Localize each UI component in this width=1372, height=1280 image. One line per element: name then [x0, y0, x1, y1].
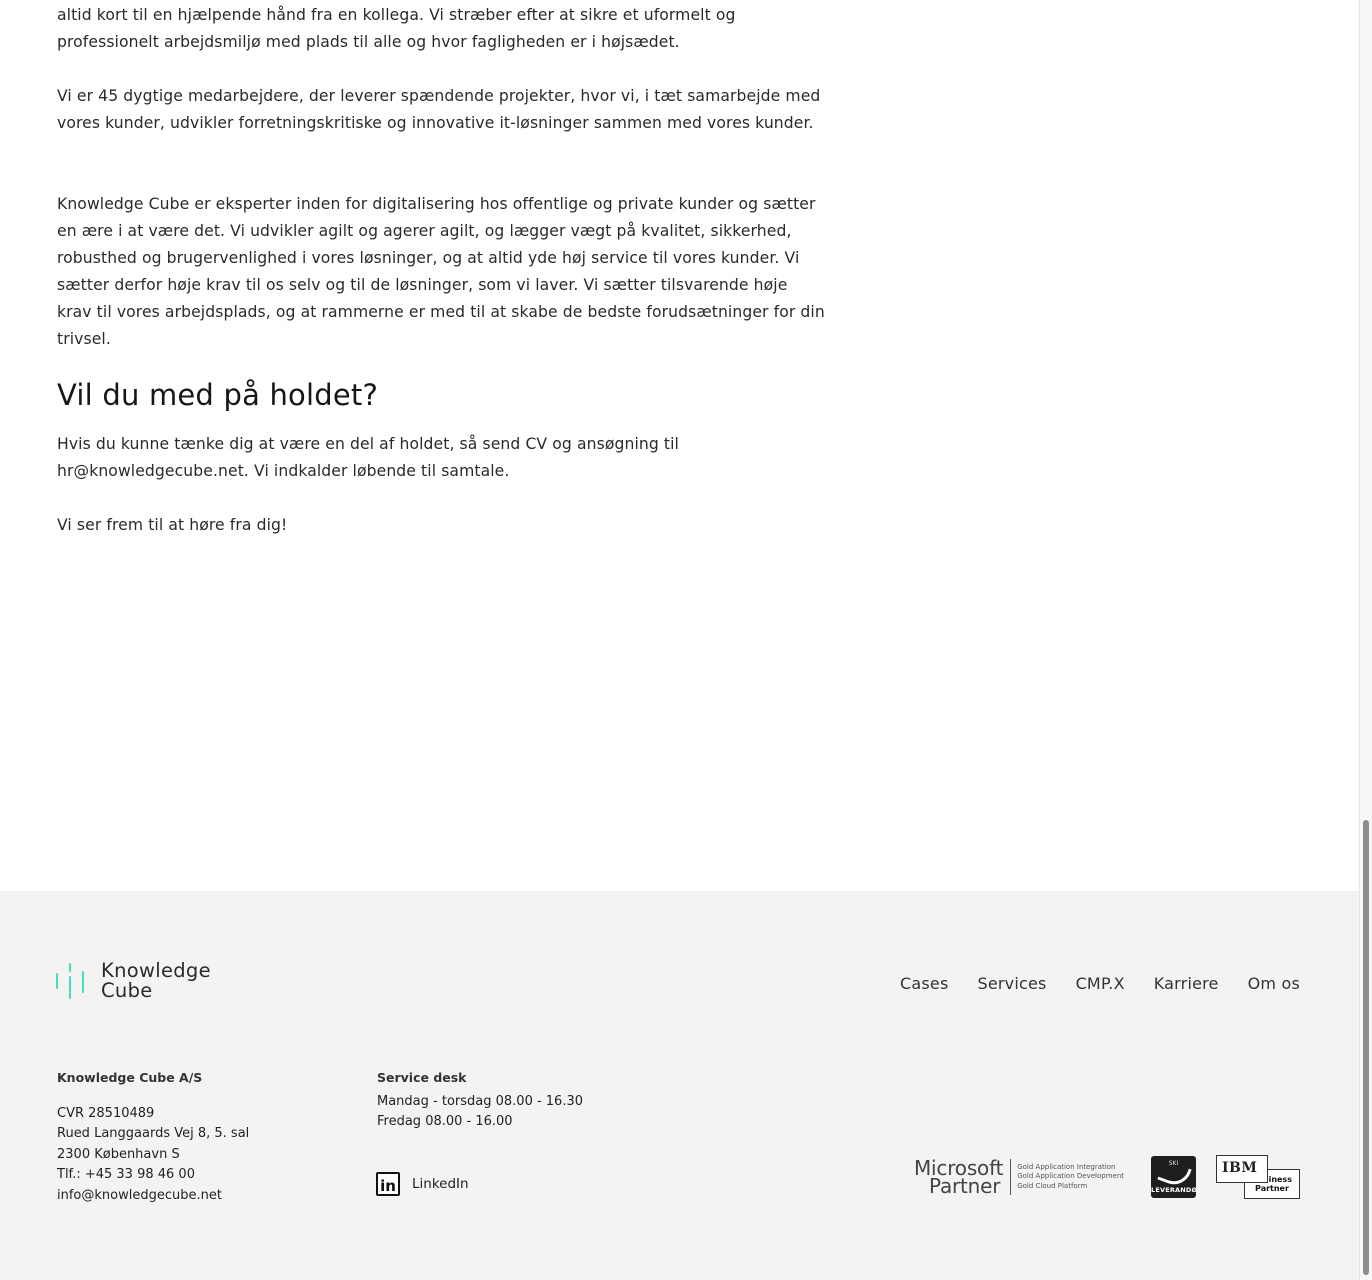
service-desk-title: Service desk	[377, 1070, 467, 1085]
company-email[interactable]: info@knowledgecube.net	[57, 1186, 249, 1207]
linkedin-label: LinkedIn	[412, 1176, 469, 1192]
company-cvr: CVR 28510489	[57, 1105, 155, 1121]
microsoft-divider	[1010, 1159, 1012, 1195]
service-hours-mon-thu: Mandag - torsdag 08.00 - 16.30	[377, 1093, 584, 1109]
linkedin-link[interactable]: in LinkedIn	[376, 1172, 469, 1196]
ibm-logo: IBM	[1216, 1155, 1268, 1183]
company-city: 2300 København S	[57, 1146, 180, 1162]
company-phone[interactable]: Tlf.: +45 33 98 46 00	[57, 1165, 249, 1186]
paragraph-workplace: altid kort til en hjælpende hånd fra en …	[57, 6, 736, 51]
nav-link-services[interactable]: Services	[977, 974, 1046, 993]
nav-link-cmpx[interactable]: CMP.X	[1076, 974, 1125, 993]
logo-text: Knowledge Cube	[101, 961, 211, 1001]
ibm-business-partner-badge: Business Partner IBM	[1216, 1155, 1300, 1199]
paragraph-employees: Vi er 45 dygtige medarbejdere, der lever…	[57, 87, 821, 132]
logo-line-2: Cube	[101, 979, 153, 1002]
section-heading: Vil du med på holdet?	[57, 378, 379, 412]
page-scrollbar[interactable]	[1359, 0, 1372, 1280]
microsoft-partner-wordmark: Microsoft Partner	[914, 1156, 1004, 1198]
nav-link-cases[interactable]: Cases	[900, 974, 949, 993]
linkedin-icon: in	[376, 1172, 400, 1196]
paragraph-apply: Hvis du kunne tænke dig at være en del a…	[57, 435, 679, 480]
footer-nav: Cases Services CMP.X Karriere Om os	[900, 974, 1300, 993]
nav-link-karriere[interactable]: Karriere	[1154, 974, 1219, 993]
company-name: Knowledge Cube A/S	[57, 1070, 203, 1085]
company-address: Rued Langgaards Vej 8, 5. sal	[57, 1126, 250, 1141]
service-hours-fri: Fredag 08.00 - 16.00	[377, 1114, 513, 1129]
ski-leverandor-badge: SKI LEVERANDØR	[1151, 1156, 1196, 1198]
logo-mark-icon	[56, 963, 84, 999]
footer-logo[interactable]: Knowledge Cube	[56, 961, 211, 1001]
scrollbar-thumb[interactable]	[1363, 820, 1369, 1275]
service-desk-info: Service desk Mandag - torsdag 08.00 - 16…	[377, 1068, 583, 1133]
paragraph-expertise: Knowledge Cube er eksperter inden for di…	[57, 195, 825, 348]
company-info: Knowledge Cube A/S CVR 28510489 Rued Lan…	[57, 1068, 249, 1206]
paragraph-closing: Vi ser frem til at høre fra dig!	[57, 516, 288, 534]
microsoft-competencies: Gold Application Integration Gold Applic…	[1017, 1162, 1124, 1190]
microsoft-partner-badge: Microsoft Partner Gold Application Integ…	[914, 1156, 1124, 1198]
nav-link-om-os[interactable]: Om os	[1248, 974, 1300, 993]
partner-badges: Microsoft Partner Gold Application Integ…	[914, 1155, 1300, 1199]
logo-line-1: Knowledge	[101, 959, 211, 982]
